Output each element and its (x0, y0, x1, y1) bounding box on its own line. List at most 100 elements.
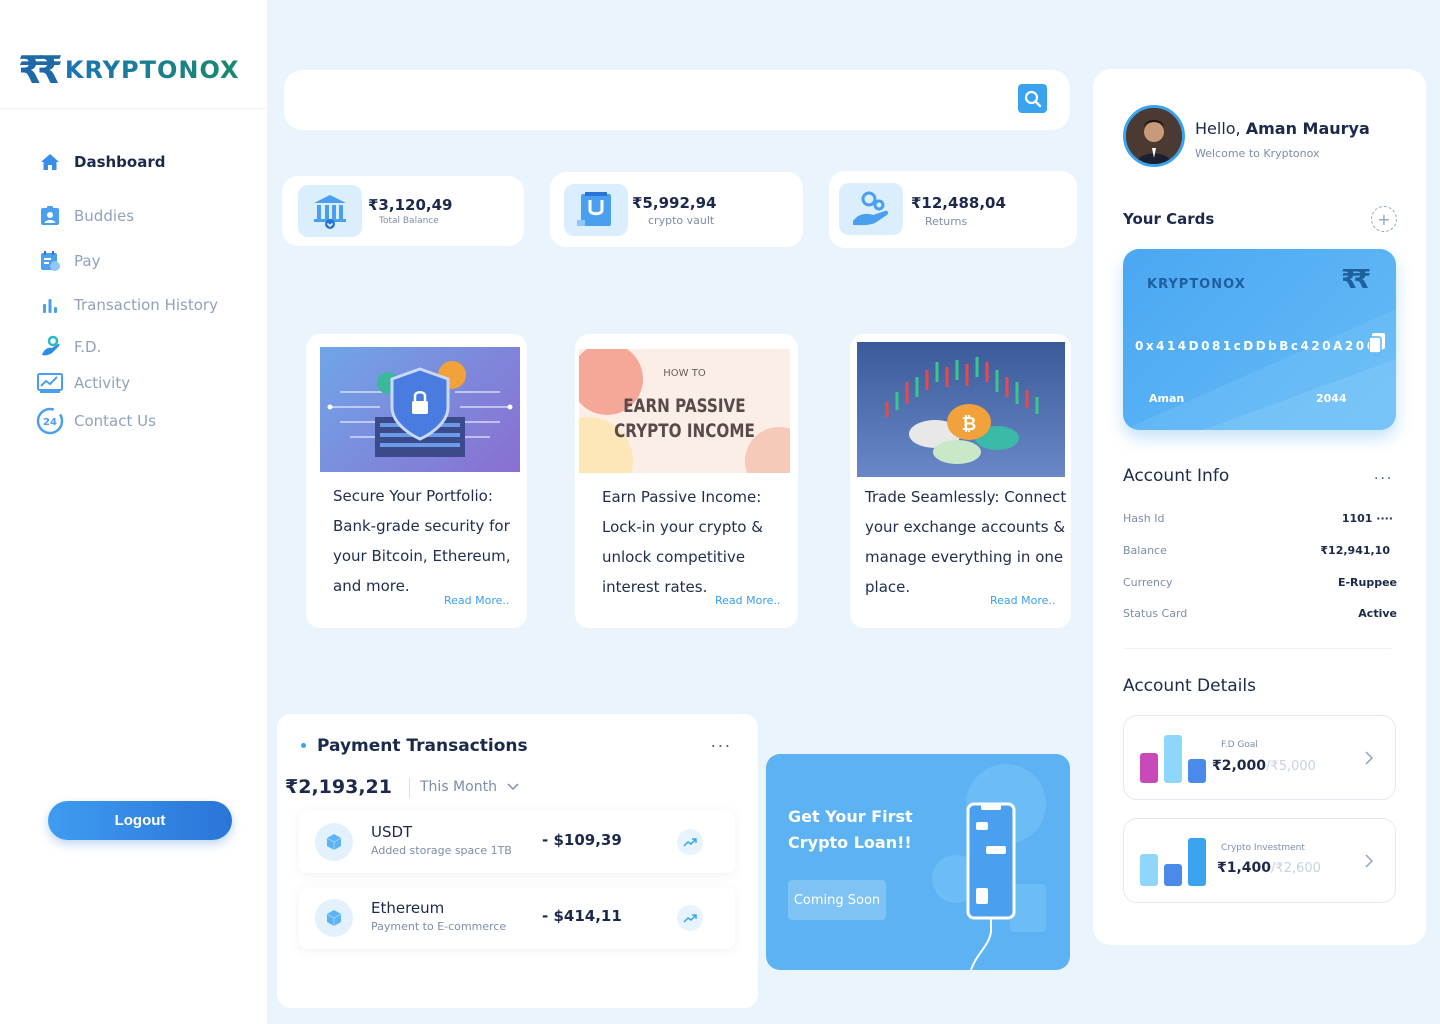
chart-bar (1140, 854, 1158, 886)
info-row-hash-id: Hash Id 1101 ···· (1123, 512, 1397, 532)
detail-target: ₹2,600 (1275, 861, 1321, 876)
more-options-button[interactable]: ... (711, 732, 732, 751)
info-value: 1101 ···· (1341, 512, 1393, 525)
period-select[interactable]: This Month (420, 779, 519, 795)
sidebar-divider (0, 108, 267, 109)
bar-chart-icon (36, 291, 64, 319)
detail-card-fd-goal[interactable]: F.D Goal ₹2,000/₹5,000 (1123, 715, 1396, 800)
hand-coins-icon (839, 183, 903, 235)
greeting-label: Hello, (1195, 119, 1241, 138)
avatar[interactable] (1123, 105, 1185, 167)
stat-card-total-balance[interactable]: ₹3,120,49 Total Balance (282, 176, 524, 246)
article-card-trade[interactable]: ₿ Trade Seamlessly: Connect your exchang… (850, 334, 1071, 628)
read-more-link[interactable]: Read More.. (990, 594, 1055, 607)
chart-bar (1164, 735, 1182, 783)
card-brand-mark: ₹₹ (1341, 265, 1371, 295)
welcome-text: Welcome to Kryptonox (1195, 147, 1320, 160)
activity-chart-icon (36, 369, 64, 397)
article-text: Secure Your Portfolio: Bank-grade securi… (333, 487, 511, 595)
card-brand: KRYPTONOX (1147, 277, 1246, 292)
chart-bar (1164, 864, 1182, 886)
payment-total: ₹2,193,21 (285, 776, 392, 798)
coming-soon-button[interactable]: Coming Soon (788, 880, 886, 920)
copy-icon[interactable] (1369, 333, 1385, 353)
sidebar-item-pay[interactable]: Pay (36, 239, 100, 283)
read-more-link[interactable]: Read More.. (444, 594, 509, 607)
svg-text:24: 24 (43, 417, 57, 428)
sidebar-item-label: Contact Us (74, 412, 156, 430)
sidebar-item-label: Buddies (74, 207, 135, 225)
detail-current: ₹2,000 (1212, 758, 1267, 774)
article-card-security[interactable]: Secure Your Portfolio: Bank-grade securi… (306, 334, 527, 628)
support-24-icon: 24 (36, 407, 64, 435)
crypto-loan-promo: Get Your First Crypto Loan!! Coming Soon (766, 754, 1070, 970)
greeting: Hello, Aman Maurya (1195, 119, 1370, 138)
user-name: Aman Maurya (1245, 119, 1370, 138)
search-icon (1024, 90, 1041, 107)
sidebar-item-buddies[interactable]: Buddies (36, 194, 134, 238)
info-row-status-card: Status Card Active (1123, 607, 1397, 627)
card-number: 0x414D081cDDbBc420A2069 (1135, 339, 1389, 353)
cube-icon (315, 823, 353, 861)
detail-target: ₹5,000 (1270, 759, 1316, 774)
info-key: Currency (1123, 576, 1173, 589)
period-label: This Month (420, 779, 497, 795)
image-title-line-1: EARN PASSIVE (623, 395, 746, 417)
brand-name: KRYPTONOX (65, 50, 240, 90)
mini-bar-chart (1140, 838, 1206, 886)
profile-panel: Hello, Aman Maurya Welcome to Kryptonox … (1093, 69, 1426, 945)
transaction-description: Payment to E-commerce (371, 920, 507, 933)
article-text: Earn Passive Income: Lock-in your crypto… (602, 488, 763, 596)
account-info-more-button[interactable]: ... (1374, 467, 1393, 483)
info-value: ₹12,941,10 (1320, 544, 1390, 557)
account-details-title: Account Details (1123, 676, 1256, 696)
sidebar-item-label: Activity (74, 374, 131, 392)
calendar-pay-icon (36, 247, 64, 275)
search-input[interactable] (304, 85, 1004, 115)
transaction-row[interactable]: USDT Added storage space 1TB - $109,39 (299, 811, 735, 873)
sidebar-item-label: Transaction History (74, 296, 218, 314)
read-more-link[interactable]: Read More.. (715, 594, 780, 607)
divider (1123, 648, 1391, 649)
cube-icon (315, 899, 353, 937)
your-cards-title: Your Cards (1123, 210, 1215, 228)
stat-value: ₹12,488,04 (911, 194, 1006, 212)
contact-badge-icon (36, 202, 64, 230)
logout-button[interactable]: Logout (48, 801, 232, 840)
detail-value: ₹2,000/₹5,000 (1212, 758, 1316, 774)
transaction-name: Ethereum (371, 899, 445, 917)
bank-icon (298, 185, 362, 237)
mini-bar-chart (1140, 735, 1206, 783)
svg-text:₿: ₿ (962, 414, 977, 435)
home-icon (36, 148, 64, 176)
stat-caption: crypto vault (648, 214, 715, 227)
chart-bar (1188, 838, 1206, 886)
trend-up-icon (677, 829, 703, 855)
brand-mark: ₹₹ (18, 48, 63, 92)
card-expiry: 2044 (1316, 392, 1347, 405)
sidebar-item-label: Dashboard (74, 153, 166, 171)
sidebar-item-dashboard[interactable]: Dashboard (36, 140, 165, 184)
info-value: Active (1358, 607, 1397, 620)
phone-illustration (932, 764, 1046, 970)
sidebar-item-label: F.D. (74, 338, 102, 356)
brand-logo[interactable]: ₹₹ KRYPTONOX (18, 50, 240, 90)
image-caption: HOW TO (663, 368, 706, 379)
shopping-bag-icon (564, 184, 628, 236)
sidebar-item-transaction-history[interactable]: Transaction History (36, 283, 218, 327)
article-card-passive-income[interactable]: HOW TO EARN PASSIVE CRYPTO INCOME Earn P… (575, 334, 798, 628)
transaction-row[interactable]: Ethereum Payment to E-commerce - $414,11 (299, 887, 735, 949)
stat-card-crypto-vault[interactable]: ₹5,992,94 crypto vault (550, 172, 803, 247)
stat-card-returns[interactable]: ₹12,488,04 Returns (829, 171, 1077, 248)
bank-card[interactable]: KRYPTONOX ₹₹ 0x414D081cDDbBc420A2069 Ama… (1123, 249, 1396, 430)
detail-card-crypto-investment[interactable]: Crypto Investment ₹1,400/₹2,600 (1123, 818, 1396, 903)
plus-icon: + (1377, 209, 1391, 229)
trend-up-icon (677, 905, 703, 931)
add-card-button[interactable]: + (1371, 206, 1397, 232)
detail-label: Crypto Investment (1221, 843, 1305, 853)
info-key: Status Card (1123, 607, 1188, 620)
transaction-amount: - $109,39 (542, 831, 622, 849)
sidebar-item-contact-us[interactable]: 24 Contact Us (36, 399, 156, 443)
chart-bar (1140, 753, 1158, 783)
search-button[interactable] (1018, 84, 1047, 113)
